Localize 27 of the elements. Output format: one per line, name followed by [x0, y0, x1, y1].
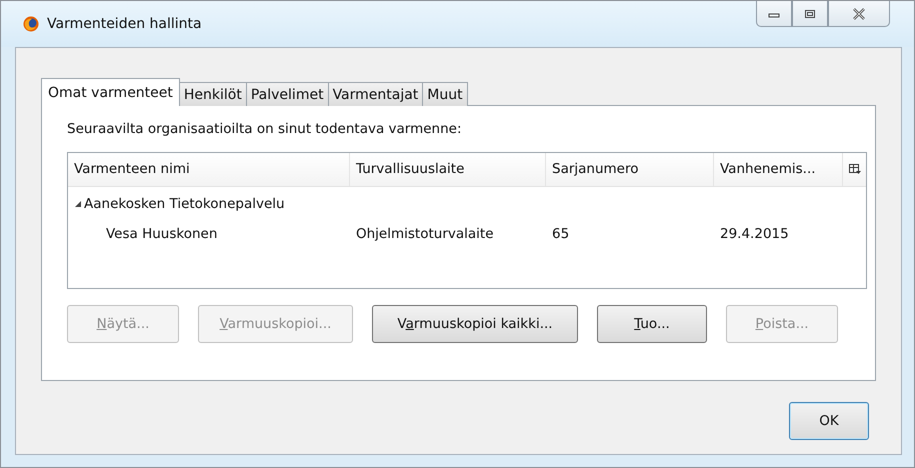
minimize-button[interactable]	[756, 1, 792, 27]
action-button[interactable]: Varmuuskopioi kaikki...	[372, 305, 578, 343]
maximize-button[interactable]	[792, 1, 828, 27]
tab[interactable]: Varmentajat	[328, 82, 424, 106]
ok-button[interactable]: OK	[789, 402, 869, 440]
action-button[interactable]: Tuo...	[597, 305, 707, 343]
intro-text: Seuraavilta organisaatioilta on sinut todentava varmenne:	[67, 121, 463, 137]
tab[interactable]: Palvelimet	[246, 82, 329, 106]
tab[interactable]: Henkilöt	[178, 82, 247, 106]
column-picker-icon[interactable]	[849, 164, 861, 175]
column-header[interactable]: Turvallisuuslaite	[350, 153, 546, 186]
group-name[interactable]: Aanekosken Tietokonepalvelu	[84, 196, 285, 212]
column-header[interactable]: Sarjanumero	[546, 153, 714, 186]
table-cell-text: Ohjelmistoturvalaite	[355, 226, 495, 242]
tree-toggle-icon[interactable]	[74, 200, 82, 208]
tab[interactable]: Omat varmenteet	[41, 78, 180, 106]
column-header[interactable]: Varmenteen nimi	[68, 153, 350, 186]
browser-logo-icon	[23, 16, 39, 32]
close-icon[interactable]	[852, 8, 866, 20]
close-button[interactable]	[828, 1, 890, 27]
table-cell-text: 65	[551, 226, 570, 242]
maximize-icon[interactable]	[804, 8, 816, 18]
tab[interactable]: Muut	[422, 82, 468, 106]
table-cell-text: 29.4.2015	[719, 226, 790, 242]
table-cell-text: Vesa Huuskonen	[105, 226, 218, 242]
column-header[interactable]: Vanhenemis...	[714, 153, 843, 186]
window-title: Varmenteiden hallinta	[47, 16, 202, 32]
